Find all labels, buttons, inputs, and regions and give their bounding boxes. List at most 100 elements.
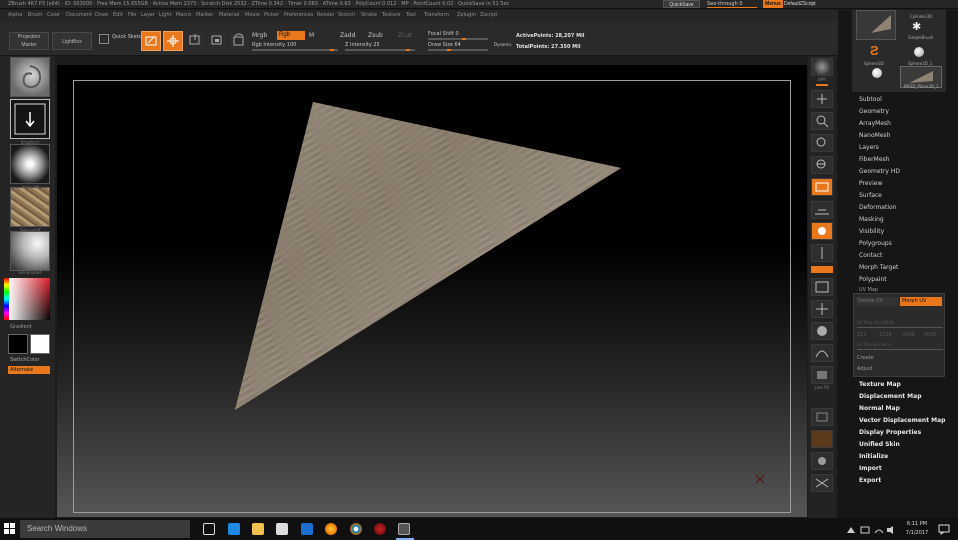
brush-thumbnail[interactable]: [10, 57, 50, 97]
notifications-icon[interactable]: [938, 524, 950, 535]
normal-map-menu[interactable]: Normal Map: [859, 405, 900, 412]
firefox-icon[interactable]: [325, 523, 337, 535]
draw-size-slider[interactable]: Draw Size 64: [428, 42, 461, 48]
focal-shift-knob[interactable]: [462, 38, 466, 40]
menu-alpha[interactable]: Alpha: [8, 12, 22, 18]
sphere-small-icon[interactable]: [872, 68, 882, 78]
z-intensity-slider[interactable]: Z Intensity 25: [345, 42, 380, 48]
scale-view-button[interactable]: [811, 322, 833, 340]
rgb-button[interactable]: Rgb: [277, 31, 305, 40]
subtool-menu[interactable]: Subtool: [859, 96, 882, 103]
rgb-intensity-knob[interactable]: [330, 49, 334, 51]
zsub-button[interactable]: Zsub: [368, 32, 383, 39]
xyz-button[interactable]: [811, 266, 833, 273]
scale-button[interactable]: [208, 31, 227, 51]
morph-uv-button[interactable]: Morph UV: [900, 297, 942, 306]
linefill-button[interactable]: [811, 366, 833, 384]
bpr-button[interactable]: [811, 58, 833, 76]
move-view-button[interactable]: [811, 300, 833, 318]
menu-marker[interactable]: Marker: [196, 12, 213, 18]
surface-menu[interactable]: Surface: [859, 192, 882, 199]
preview-menu[interactable]: Preview: [859, 180, 882, 187]
geometry-hd-menu[interactable]: Geometry HD: [859, 168, 900, 175]
initialize-menu[interactable]: Initialize: [859, 453, 888, 460]
menu-transform[interactable]: Transform: [424, 12, 449, 18]
transp-button[interactable]: [811, 408, 833, 426]
nanomesh-menu[interactable]: NanoMesh: [859, 132, 890, 139]
move-button[interactable]: [186, 31, 205, 51]
contact-menu[interactable]: Contact: [859, 252, 882, 259]
menu-light[interactable]: Light: [159, 12, 171, 18]
menu-zscript[interactable]: Zscript: [480, 12, 497, 18]
menu-brush[interactable]: Brush: [28, 12, 42, 18]
draw-button[interactable]: [163, 31, 183, 51]
sphere-icon[interactable]: [914, 47, 924, 57]
dynamic-button[interactable]: Dynamic: [494, 42, 512, 47]
alpha-thumbnail[interactable]: [10, 144, 50, 184]
menu-color[interactable]: Color: [47, 12, 60, 18]
frame-button[interactable]: [811, 278, 833, 296]
menu-preferences[interactable]: Preferences: [284, 12, 313, 18]
polypaint-menu[interactable]: Polypaint: [859, 276, 887, 283]
menus-toggle[interactable]: Menus: [763, 0, 783, 8]
star-brush-icon[interactable]: ✱: [912, 20, 921, 33]
zcut-button[interactable]: Zcut: [398, 32, 412, 39]
lightbox-button[interactable]: LightBox: [52, 32, 92, 50]
aahalf-button[interactable]: [811, 156, 833, 174]
material-thumbnail[interactable]: [10, 231, 50, 271]
unified-skin-menu[interactable]: Unified Skin: [859, 441, 900, 448]
vector-displacement-map-menu[interactable]: Vector Displacement Map: [859, 417, 945, 424]
dynamic-persp-button[interactable]: [811, 430, 833, 448]
switch-color-button[interactable]: SwitchColor: [10, 357, 40, 363]
alternate-button[interactable]: Alternate: [8, 366, 50, 374]
zbrush-logo-icon[interactable]: Ƨ: [870, 43, 879, 58]
menu-layer[interactable]: Layer: [141, 12, 155, 18]
morph-target-menu[interactable]: Morph Target: [859, 264, 898, 271]
rotate-view-button[interactable]: [811, 344, 833, 362]
xpose-button[interactable]: [811, 474, 833, 492]
m-button[interactable]: M: [309, 32, 314, 39]
polygroups-menu[interactable]: Polygroups: [859, 240, 892, 247]
zbrush-taskbar-icon[interactable]: [398, 523, 410, 535]
fibermesh-menu[interactable]: FiberMesh: [859, 156, 889, 163]
task-view-icon[interactable]: [203, 523, 215, 535]
adjust-subpalette[interactable]: Adjust: [857, 366, 873, 372]
file-explorer-icon[interactable]: [252, 523, 264, 535]
menu-stencil[interactable]: Stencil: [338, 12, 355, 18]
windows-start-icon[interactable]: [4, 523, 16, 535]
display-properties-menu[interactable]: Display Properties: [859, 429, 921, 436]
actual-button[interactable]: [811, 134, 833, 152]
mesh-triangle[interactable]: [57, 65, 807, 517]
color-picker[interactable]: [8, 278, 50, 320]
geometry-menu[interactable]: Geometry: [859, 108, 889, 115]
floor-button[interactable]: [811, 201, 833, 219]
layers-menu[interactable]: Layers: [859, 144, 879, 151]
stroke-thumbnail[interactable]: [10, 99, 50, 139]
taskbar-date[interactable]: 7/1/2017: [905, 530, 929, 536]
menu-picker[interactable]: Picker: [264, 12, 279, 18]
zoom-button[interactable]: [811, 112, 833, 130]
rotate-button[interactable]: [230, 31, 249, 51]
main-color-swatch[interactable]: [8, 334, 28, 354]
menu-document[interactable]: Document: [66, 12, 92, 18]
edge-icon[interactable]: [228, 523, 240, 535]
export-menu[interactable]: Export: [859, 477, 881, 484]
mrgb-button[interactable]: Mrgb: [252, 32, 267, 39]
menu-movie[interactable]: Movie: [245, 12, 260, 18]
taskbar-search-box[interactable]: Search Windows: [20, 520, 190, 538]
uv-size-2048[interactable]: 2048: [902, 332, 915, 338]
taskbar-time[interactable]: 6:11 PM: [905, 521, 929, 527]
solo-button[interactable]: [811, 452, 833, 470]
draw-size-knob[interactable]: [447, 49, 451, 51]
deformation-menu[interactable]: Deformation: [859, 204, 896, 211]
menu-edit[interactable]: Edit: [113, 12, 123, 18]
masking-menu[interactable]: Masking: [859, 216, 884, 223]
persp-button[interactable]: [811, 178, 833, 196]
store-icon[interactable]: [276, 523, 288, 535]
menu-stroke[interactable]: Stroke: [361, 12, 377, 18]
zadd-button[interactable]: Zadd: [340, 32, 355, 39]
uv-size-4096[interactable]: 4096: [924, 332, 937, 338]
visibility-menu[interactable]: Visibility: [859, 228, 884, 235]
menu-material[interactable]: Material: [219, 12, 239, 18]
rgb-intensity-slider[interactable]: Rgb Intensity 100: [252, 42, 296, 48]
